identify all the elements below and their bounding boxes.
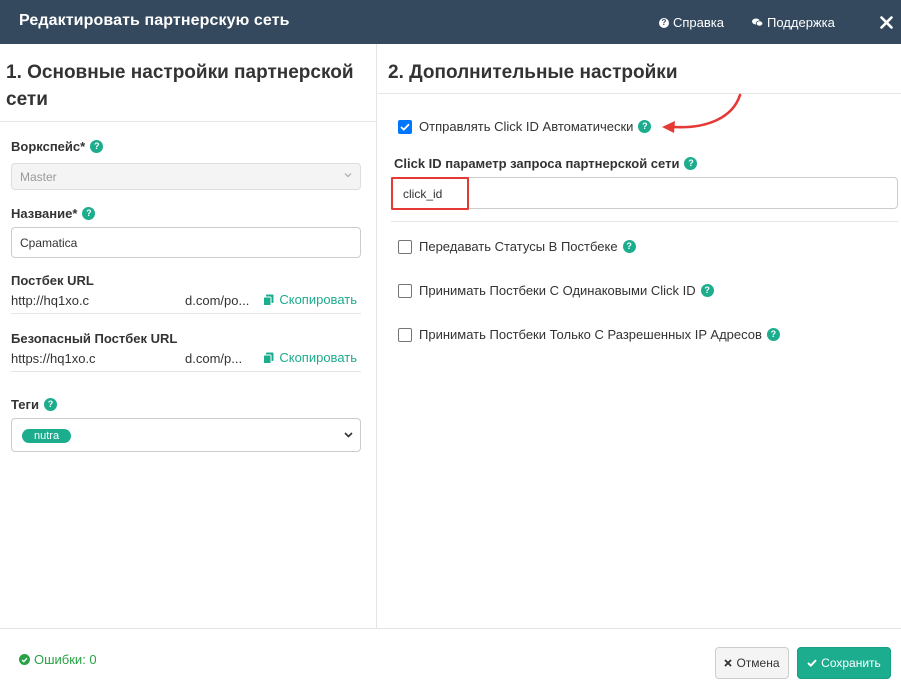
divider bbox=[378, 93, 901, 94]
modal-header: Редактировать партнерскую сеть ? Справка… bbox=[0, 0, 901, 44]
allowed-ip-label: Принимать Постбеки Только С Разрешенных … bbox=[419, 327, 762, 342]
chevron-down-icon bbox=[344, 173, 352, 178]
workspace-select: Master bbox=[11, 163, 361, 190]
help-icon[interactable]: ? bbox=[622, 240, 636, 253]
copy-icon bbox=[263, 352, 274, 364]
help-label: Справка bbox=[673, 15, 724, 30]
name-field-label: Название* ? bbox=[11, 206, 96, 221]
pass-statuses-label: Передавать Статусы В Постбеке bbox=[419, 239, 618, 254]
secure-postback-url-start: https://hq1xo.c bbox=[11, 351, 96, 366]
name-value: Cpamatica bbox=[20, 236, 78, 250]
cancel-label: Отмена bbox=[736, 656, 780, 670]
url-mask bbox=[95, 347, 181, 367]
copy-label: Скопировать bbox=[279, 350, 357, 365]
question-circle-icon: ? bbox=[659, 17, 669, 28]
click-param-field-label: Click ID параметр запроса партнерской се… bbox=[394, 156, 698, 171]
copy-secure-postback-button[interactable]: Скопировать bbox=[257, 350, 357, 365]
tags-field-label: Теги ? bbox=[11, 397, 57, 412]
additional-settings-title: 2. Дополнительные настройки bbox=[388, 62, 678, 83]
cancel-button[interactable]: Отмена bbox=[715, 647, 789, 679]
additional-settings-panel: 2. Дополнительные настройки Отправлять C… bbox=[378, 44, 901, 628]
copy-icon bbox=[263, 294, 274, 306]
check-circle-icon bbox=[19, 654, 30, 665]
errors-status: Ошибки: 0 bbox=[19, 652, 97, 667]
save-button[interactable]: Сохранить bbox=[797, 647, 891, 679]
allowed-ip-checkbox[interactable] bbox=[398, 327, 412, 342]
auto-click-id-row: Отправлять Click ID Автоматически ? bbox=[398, 119, 652, 134]
secure-postback-field-label: Безопасный Постбек URL bbox=[11, 331, 177, 346]
chevron-down-icon bbox=[344, 432, 353, 438]
name-input[interactable]: Cpamatica bbox=[11, 227, 361, 258]
tag-chip[interactable]: nutra bbox=[22, 429, 72, 443]
postback-url-row: http://hq1xo.c d.com/po... Скопировать bbox=[11, 289, 361, 314]
workspace-field-label: Воркспейс* ? bbox=[11, 139, 104, 154]
pass-statuses-checkbox[interactable] bbox=[398, 239, 412, 254]
close-button[interactable] bbox=[871, 0, 901, 44]
click-param-value: click_id bbox=[403, 187, 443, 201]
chat-icon bbox=[752, 18, 763, 27]
same-click-id-label: Принимать Постбеки С Одинаковыми Click I… bbox=[419, 283, 696, 298]
postback-field-label: Постбек URL bbox=[11, 273, 94, 288]
secure-postback-url-row: https://hq1xo.c d.com/p... Скопировать bbox=[11, 347, 361, 372]
auto-click-id-label: Отправлять Click ID Автоматически bbox=[419, 119, 634, 134]
close-icon bbox=[879, 15, 893, 29]
postback-url-end: d.com/po... bbox=[185, 293, 250, 308]
workspace-value: Master bbox=[20, 170, 57, 184]
divider bbox=[391, 221, 898, 222]
red-arrow-annotation bbox=[662, 93, 742, 133]
close-icon bbox=[724, 659, 733, 667]
postback-url-start: http://hq1xo.c bbox=[11, 293, 90, 308]
click-param-highlight[interactable]: click_id bbox=[391, 177, 469, 210]
allowed-ip-row: Принимать Постбеки Только С Разрешенных … bbox=[398, 327, 780, 342]
same-click-id-row: Принимать Постбеки С Одинаковыми Click I… bbox=[398, 283, 714, 298]
tags-select[interactable]: nutra bbox=[11, 418, 361, 452]
save-label: Сохранить bbox=[821, 656, 881, 670]
auto-click-id-checkbox[interactable] bbox=[398, 119, 412, 134]
basic-settings-panel: 1. Основные настройки партнерской сети В… bbox=[0, 44, 377, 628]
url-mask bbox=[89, 289, 181, 309]
click-param-label: Click ID параметр запроса партнерской се… bbox=[394, 156, 680, 171]
pass-statuses-row: Передавать Статусы В Постбеке ? bbox=[398, 239, 636, 254]
divider bbox=[0, 121, 376, 122]
postback-label: Постбек URL bbox=[11, 273, 94, 288]
help-icon[interactable]: ? bbox=[700, 284, 714, 297]
help-icon[interactable]: ? bbox=[43, 398, 57, 411]
support-link[interactable]: Поддержка bbox=[752, 15, 835, 30]
tags-label: Теги bbox=[11, 397, 39, 412]
secure-postback-url-end: d.com/p... bbox=[185, 351, 243, 366]
checkmark-icon bbox=[807, 659, 817, 667]
same-click-id-checkbox[interactable] bbox=[398, 283, 412, 298]
basic-settings-title: 1. Основные настройки партнерской сети bbox=[6, 62, 354, 110]
help-link[interactable]: ? Справка bbox=[659, 15, 724, 30]
copy-label: Скопировать bbox=[279, 292, 357, 307]
support-label: Поддержка bbox=[767, 15, 835, 30]
secure-postback-label: Безопасный Постбек URL bbox=[11, 331, 178, 346]
name-label: Название* bbox=[11, 206, 78, 221]
help-icon[interactable]: ? bbox=[82, 207, 96, 220]
copy-postback-button[interactable]: Скопировать bbox=[257, 292, 357, 307]
modal-footer: Ошибки: 0 Отмена Сохранить bbox=[0, 628, 901, 685]
errors-label: Ошибки: 0 bbox=[34, 652, 97, 667]
help-icon[interactable]: ? bbox=[766, 328, 780, 341]
workspace-label: Воркспейс* bbox=[11, 139, 86, 154]
checkmark-icon bbox=[400, 123, 410, 131]
help-icon[interactable]: ? bbox=[684, 157, 698, 170]
help-icon[interactable]: ? bbox=[90, 140, 104, 153]
modal-title: Редактировать партнерскую сеть bbox=[19, 12, 290, 29]
